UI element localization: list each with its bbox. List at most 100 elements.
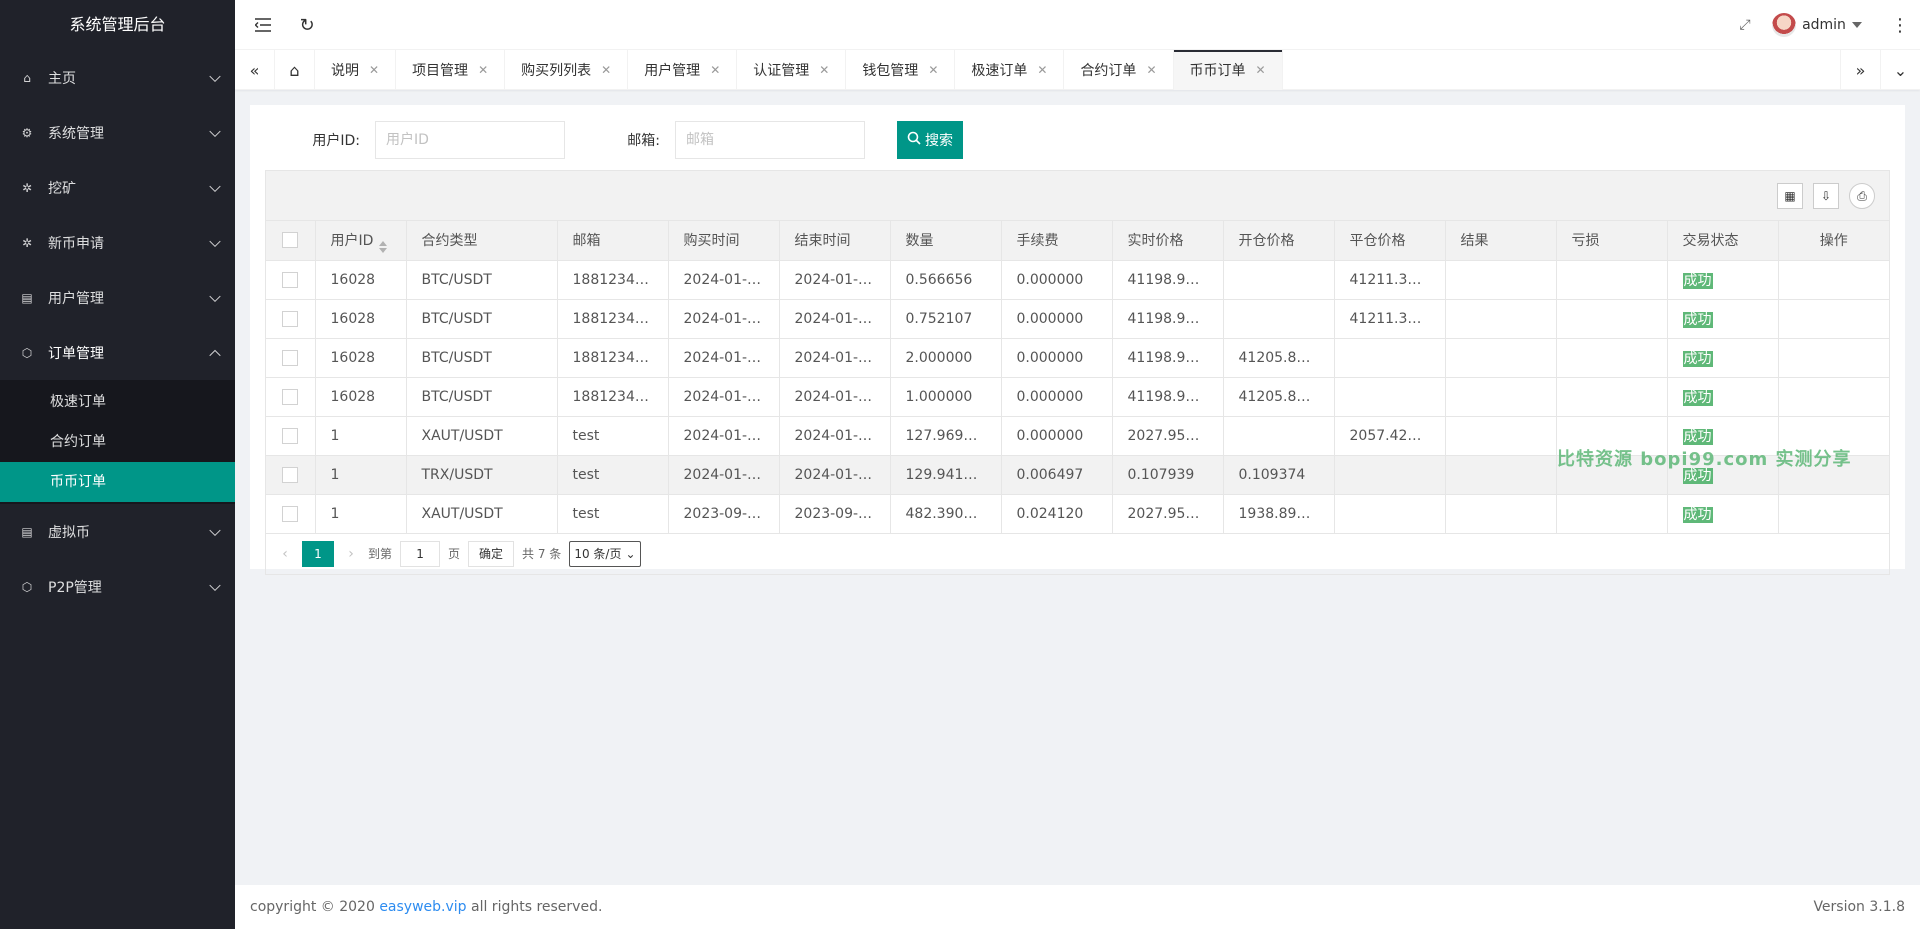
table-row[interactable]: 16028 BTC/USDT 18812345… 2024-01-1… 2024-01-… — [266, 338, 1889, 378]
row-checkbox[interactable] — [282, 349, 299, 366]
sidebar-item-mining[interactable]: ✲ 挖矿 — [0, 160, 235, 215]
sidebar-item-label: 用户管理 — [48, 290, 104, 307]
tab-coin-orders[interactable]: 币币订单 ✕ — [1173, 50, 1283, 90]
tab-contract-orders[interactable]: 合约订单 ✕ — [1064, 50, 1174, 90]
email-input[interactable] — [675, 121, 865, 159]
table-cell: 1 — [315, 455, 407, 495]
close-icon[interactable]: ✕ — [601, 63, 611, 77]
sidebar-subitem-coin-orders[interactable]: 币币订单 — [0, 462, 235, 502]
row-checkbox[interactable] — [282, 388, 299, 405]
tab-purchase-list[interactable]: 购买列列表 ✕ — [505, 50, 629, 90]
column-header: 合约类型 — [406, 221, 558, 261]
confirm-page-button[interactable]: 确定 — [468, 540, 515, 567]
close-icon[interactable]: ✕ — [478, 63, 488, 77]
fullscreen-icon[interactable]: ⤢ — [1735, 0, 1755, 50]
close-icon[interactable]: ✕ — [1037, 63, 1047, 77]
tab-wallet[interactable]: 钱包管理 ✕ — [846, 50, 956, 90]
sidebar: 系统管理后台 ⌂ 主页 ⚙ 系统管理 ✲ 挖矿 ✲ 新币申请 ▤ 用户管理 ⬡ … — [0, 0, 235, 929]
tab-label: 购买列列表 — [521, 63, 592, 79]
export-icon[interactable]: ⇩ — [1813, 183, 1839, 209]
column-header[interactable]: 用户ID — [315, 221, 407, 261]
sidebar-item-new-coin[interactable]: ✲ 新币申请 — [0, 215, 235, 270]
menu-toggle-icon[interactable] — [253, 0, 273, 50]
close-icon[interactable]: ✕ — [819, 63, 829, 77]
sidebar-item-label: 挖矿 — [48, 180, 76, 197]
row-checkbox[interactable] — [282, 466, 299, 483]
orders-submenu: 极速订单 合约订单 币币订单 — [0, 380, 235, 504]
tabs-scroll-right-icon[interactable]: » — [1840, 50, 1880, 90]
table-cell — [1556, 494, 1668, 534]
sidebar-item-label: 主页 — [48, 70, 76, 87]
tab-bar: « ⌂ 说明 ✕ 项目管理 ✕ 购买列列表 ✕ 用户管理 ✕ 认证管理 ✕ 钱包管理 ✕ 极… — [235, 50, 1920, 90]
sidebar-subitem-contract-orders[interactable]: 合约订单 — [0, 422, 235, 462]
tab-users[interactable]: 用户管理 ✕ — [628, 50, 738, 90]
tab-readme[interactable]: 说明 ✕ — [315, 50, 397, 90]
sidebar-item-virtual-coin[interactable]: ▤ 虚拟币 — [0, 504, 235, 559]
close-icon[interactable]: ✕ — [928, 63, 938, 77]
print-icon[interactable]: ⎙ — [1849, 183, 1875, 209]
status-cell: 成功 — [1667, 299, 1779, 339]
table-row[interactable]: 16028 BTC/USDT 18812345… 2024-01-1… 2024-01-… — [266, 377, 1889, 417]
top-header: ↻ ⤢ admin ⋮ — [235, 0, 1920, 50]
table-row[interactable]: 16028 BTC/USDT 18812345… 2024-01-1… 2024-01-… — [266, 260, 1889, 300]
page-label: 页 — [448, 547, 461, 561]
table-cell — [1556, 377, 1668, 417]
close-icon[interactable]: ✕ — [1256, 63, 1266, 77]
close-icon[interactable]: ✕ — [369, 63, 379, 77]
column-header: 结果 — [1445, 221, 1557, 261]
footer-link[interactable]: easyweb.vip — [379, 899, 466, 915]
sidebar-item-system[interactable]: ⚙ 系统管理 — [0, 105, 235, 160]
table-cell: XAUT/USDT — [406, 494, 558, 534]
tab-auth[interactable]: 认证管理 ✕ — [737, 50, 847, 90]
column-header: 开仓价格 — [1223, 221, 1335, 261]
tab-fast-orders[interactable]: 极速订单 ✕ — [955, 50, 1065, 90]
home-tab-icon[interactable]: ⌂ — [275, 50, 315, 90]
table-cell — [1445, 494, 1557, 534]
column-header: 实时价格 — [1112, 221, 1224, 261]
search-form: 用户ID: 邮箱: 搜索 — [265, 120, 1890, 160]
row-checkbox[interactable] — [282, 427, 299, 444]
table-cell: 1 — [315, 494, 407, 534]
more-vertical-icon[interactable]: ⋮ — [1891, 0, 1909, 50]
row-checkbox[interactable] — [282, 271, 299, 288]
chevron-down-icon[interactable]: ⌄ — [1880, 50, 1920, 90]
next-page-icon[interactable]: › — [342, 546, 360, 562]
sidebar-subitem-fast-orders[interactable]: 极速订单 — [0, 382, 235, 422]
prev-page-icon[interactable]: ‹ — [276, 546, 294, 562]
columns-filter-icon[interactable]: ▦ — [1777, 183, 1803, 209]
table-cell: 2057.420… — [1334, 416, 1446, 456]
row-checkbox[interactable] — [282, 310, 299, 327]
tabs-scroll-left-icon[interactable]: « — [235, 50, 275, 90]
close-icon[interactable]: ✕ — [1146, 63, 1156, 77]
box-icon: ⬡ — [21, 579, 33, 594]
sidebar-item-users[interactable]: ▤ 用户管理 — [0, 270, 235, 325]
table-cell: 0.752107 — [890, 299, 1002, 339]
table-cell: 1938.890… — [1223, 494, 1335, 534]
table-cell — [1334, 494, 1446, 534]
select-all-checkbox[interactable] — [282, 232, 299, 249]
sidebar-item-home[interactable]: ⌂ 主页 — [0, 50, 235, 105]
chevron-up-icon — [209, 349, 221, 361]
sidebar-item-label: 订单管理 — [48, 345, 104, 362]
table-cell: 482.390000 — [890, 494, 1002, 534]
status-cell: 成功 — [1667, 494, 1779, 534]
sidebar-item-p2p[interactable]: ⬡ P2P管理 — [0, 559, 235, 614]
refresh-icon[interactable]: ↻ — [297, 0, 317, 50]
table-cell: 41198.950… — [1112, 377, 1224, 417]
table-cell — [1223, 416, 1335, 456]
table-row[interactable]: 16028 BTC/USDT 18812345… 2024-01-1… 2024-01-… — [266, 299, 1889, 339]
cpu-icon: ✲ — [21, 180, 33, 195]
table-header-row: 用户ID 合约类型 邮箱 购买时间 结束时间 数量 手续费 实时价格 开仓价格 … — [266, 221, 1889, 261]
goto-page-input[interactable]: 1 — [400, 540, 441, 567]
user-menu[interactable]: admin — [1762, 0, 1872, 50]
uid-input[interactable] — [375, 121, 565, 159]
tab-projects[interactable]: 项目管理 ✕ — [396, 50, 506, 90]
sidebar-item-orders[interactable]: ⬡ 订单管理 — [0, 325, 235, 380]
current-page[interactable]: 1 — [302, 540, 334, 567]
table-row[interactable]: 1 XAUT/USDT test 2023-09-0… 2023-09-0… 482.39… — [266, 494, 1889, 534]
search-button[interactable]: 搜索 — [897, 121, 963, 159]
table-toolbar: ▦ ⇩ ⎙ — [266, 171, 1889, 221]
close-icon[interactable]: ✕ — [710, 63, 720, 77]
page-size-select[interactable]: 10 条/页 ⌄ — [569, 540, 641, 567]
row-checkbox[interactable] — [282, 505, 299, 522]
